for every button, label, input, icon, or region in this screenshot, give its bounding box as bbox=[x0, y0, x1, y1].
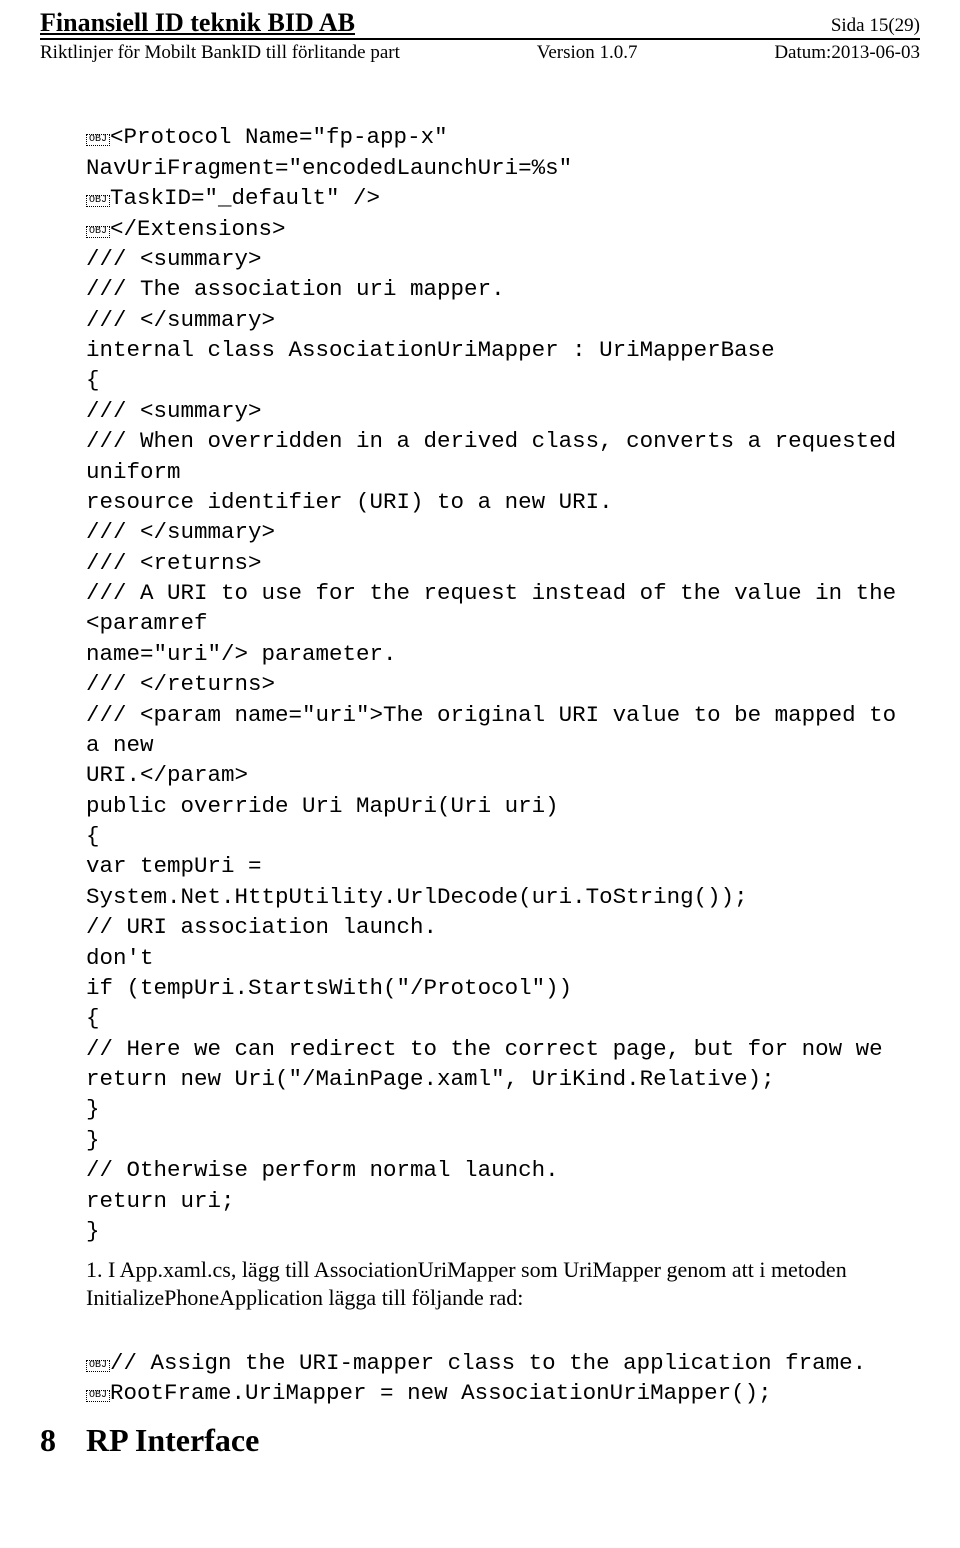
doc-subtitle: Riktlinjer för Mobilt BankID till förlit… bbox=[40, 42, 400, 64]
obj-marker: OBJ bbox=[86, 195, 110, 207]
code-line: } bbox=[86, 1096, 100, 1122]
code-line: URI.</param> bbox=[86, 762, 248, 788]
code-line: /// <param name="uri">The original URI v… bbox=[86, 702, 910, 758]
code-line: // Here we can redirect to the correct p… bbox=[86, 1036, 883, 1062]
header-sub-row: Riktlinjer för Mobilt BankID till förlit… bbox=[40, 42, 920, 64]
code-line: /// The association uri mapper. bbox=[86, 276, 505, 302]
code-line: System.Net.HttpUtility.UrlDecode(uri.ToS… bbox=[86, 884, 748, 910]
obj-marker: OBJ bbox=[86, 226, 110, 238]
code-line: { bbox=[86, 1005, 100, 1031]
code-line: var tempUri = bbox=[86, 853, 262, 879]
code-line: // Assign the URI-mapper class to the ap… bbox=[110, 1350, 866, 1376]
code-line: /// <summary> bbox=[86, 398, 262, 424]
doc-title: Finansiell ID teknik BID AB bbox=[40, 8, 355, 38]
content-area: OBJ<Protocol Name="fp-app-x" NavUriFragm… bbox=[40, 92, 920, 1459]
code-line: /// </returns> bbox=[86, 671, 275, 697]
code-line: </Extensions> bbox=[110, 216, 286, 242]
list-item: 1. I App.xaml.cs, lägg till AssociationU… bbox=[86, 1256, 920, 1311]
page: Finansiell ID teknik BID AB Sida 15(29) … bbox=[0, 8, 960, 1499]
obj-marker: OBJ bbox=[86, 1390, 110, 1402]
code-line: // URI association launch. bbox=[86, 914, 437, 940]
code-line: if (tempUri.StartsWith("/Protocol")) bbox=[86, 975, 572, 1001]
code-line: NavUriFragment="encodedLaunchUri=%s" bbox=[86, 155, 572, 181]
heading-title: RP Interface bbox=[86, 1422, 259, 1459]
code-line: } bbox=[86, 1127, 100, 1153]
doc-version: Version 1.0.7 bbox=[537, 42, 638, 64]
code-line: name="uri"/> parameter. bbox=[86, 641, 397, 667]
code-block: OBJ<Protocol Name="fp-app-x" NavUriFragm… bbox=[86, 92, 920, 1246]
code-line: } bbox=[86, 1218, 100, 1244]
code-line: { bbox=[86, 823, 100, 849]
code-line: { bbox=[86, 367, 100, 393]
code-line: // Otherwise perform normal launch. bbox=[86, 1157, 559, 1183]
code-line: internal class AssociationUriMapper : Ur… bbox=[86, 337, 775, 363]
code-line: /// </summary> bbox=[86, 519, 275, 545]
code-line: /// A URI to use for the request instead… bbox=[86, 580, 910, 636]
obj-marker: OBJ bbox=[86, 1360, 110, 1372]
code-line: /// <summary> bbox=[86, 246, 262, 272]
code-line: /// When overridden in a derived class, … bbox=[86, 428, 910, 484]
code-block-2: OBJ// Assign the URI-mapper class to the… bbox=[86, 1317, 920, 1408]
page-number: Sida 15(29) bbox=[831, 15, 920, 37]
section-heading: 8 RP Interface bbox=[40, 1422, 920, 1459]
code-line: /// <returns> bbox=[86, 550, 262, 576]
code-line: /// </summary> bbox=[86, 307, 275, 333]
code-line: return new Uri("/MainPage.xaml", UriKind… bbox=[86, 1066, 775, 1092]
obj-marker: OBJ bbox=[86, 134, 110, 146]
heading-number: 8 bbox=[40, 1422, 86, 1459]
code-line: TaskID="_default" /> bbox=[110, 185, 380, 211]
code-line: RootFrame.UriMapper = new AssociationUri… bbox=[110, 1380, 772, 1406]
code-line: public override Uri MapUri(Uri uri) bbox=[86, 793, 559, 819]
code-line: <Protocol Name="fp-app-x" bbox=[110, 124, 448, 150]
code-line: return uri; bbox=[86, 1188, 235, 1214]
code-line: don't bbox=[86, 945, 154, 971]
code-line: resource identifier (URI) to a new URI. bbox=[86, 489, 613, 515]
doc-date: Datum:2013-06-03 bbox=[774, 42, 920, 64]
header-title-row: Finansiell ID teknik BID AB Sida 15(29) bbox=[40, 8, 920, 40]
